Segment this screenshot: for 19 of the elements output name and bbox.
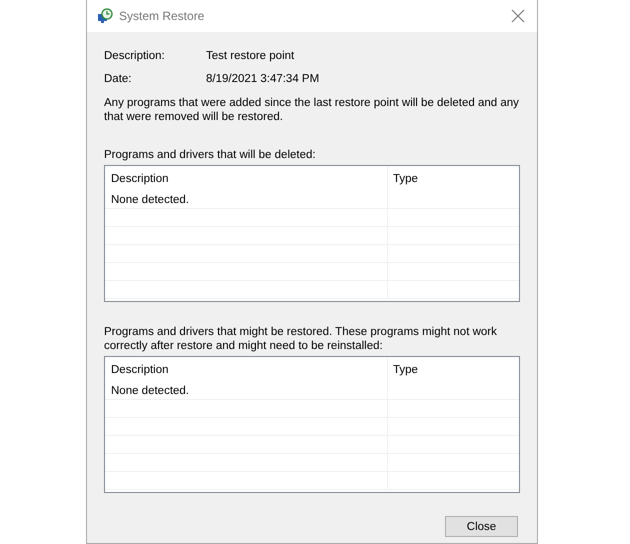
close-icon[interactable] (511, 9, 525, 23)
column-header[interactable]: Description (105, 166, 388, 191)
notice-text: Any programs that were added since the last restore point will be deleted and any that were removed will be restored. (104, 96, 520, 124)
field-value: 8/19/2021 3:47:34 PM (206, 73, 320, 85)
column-header[interactable]: Type (388, 166, 519, 191)
field-label: Date: (104, 73, 132, 85)
field-label: Description: (104, 50, 166, 62)
restore-icon (97, 8, 113, 24)
close-button[interactable]: Close (445, 516, 518, 537)
column-header[interactable]: Type (388, 357, 519, 382)
table-cell: None detected. (105, 382, 388, 399)
list-caption: Programs and drivers that might be restored. These programs might not work correctly after restore and might need to be reinstalled: (104, 325, 498, 353)
program-list[interactable]: Description Type None detected. (104, 356, 520, 493)
list-caption: Programs and drivers that will be deleted: (104, 148, 317, 162)
window-title: System Restore (119, 9, 206, 23)
program-list[interactable]: Description Type None detected. (104, 165, 520, 302)
field-value: Test restore point (206, 50, 294, 62)
table-cell: None detected. (105, 191, 388, 208)
column-header[interactable]: Description (105, 357, 388, 382)
